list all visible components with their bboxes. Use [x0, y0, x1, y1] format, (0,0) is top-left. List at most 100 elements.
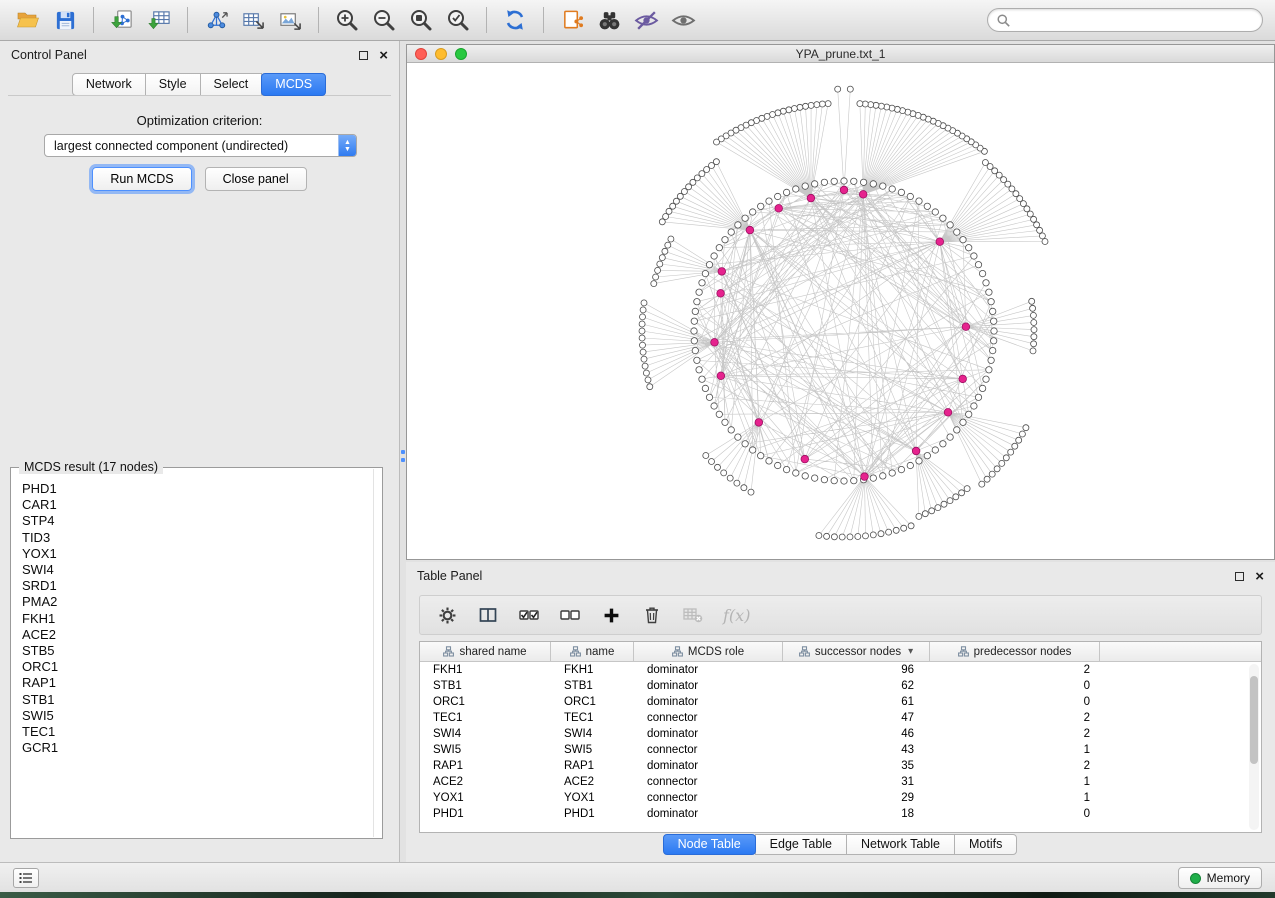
binoculars-icon — [597, 8, 622, 33]
close-panel-button[interactable]: × — [379, 51, 388, 60]
tab-node-table[interactable]: Node Table — [663, 834, 756, 855]
mcds-result-item[interactable]: ORC1 — [22, 659, 372, 675]
splitter-grip[interactable] — [401, 450, 405, 464]
save-session-button[interactable] — [49, 4, 81, 36]
memory-button[interactable]: Memory — [1178, 867, 1262, 889]
mcds-result-item[interactable]: STP4 — [22, 513, 372, 529]
zoom-fit-button[interactable] — [405, 4, 437, 36]
table-row[interactable]: PHD1PHD1dominator180 — [420, 806, 1261, 822]
table-cell: SWI5 — [551, 744, 634, 756]
table-row[interactable]: ORC1ORC1dominator610 — [420, 694, 1261, 710]
mcds-result-item[interactable]: PHD1 — [22, 481, 372, 497]
table-cell: 0 — [930, 808, 1100, 820]
tab-motifs[interactable]: Motifs — [954, 834, 1017, 855]
mcds-result-item[interactable]: SWI5 — [22, 708, 372, 724]
zoom-in-button[interactable] — [331, 4, 363, 36]
table-scrollbar-thumb[interactable] — [1250, 676, 1258, 764]
mcds-result-item[interactable]: TID3 — [22, 530, 372, 546]
mcds-result-item[interactable]: STB1 — [22, 692, 372, 708]
zoom-selected-button[interactable] — [442, 4, 474, 36]
search-box[interactable] — [987, 8, 1263, 32]
export-image-button[interactable] — [274, 4, 306, 36]
import-table-button[interactable] — [143, 4, 175, 36]
column-header-name[interactable]: name — [551, 642, 634, 661]
search-input[interactable] — [1016, 12, 1253, 28]
export-network-button[interactable] — [200, 4, 232, 36]
column-header-predecessor-nodes[interactable]: predecessor nodes — [930, 642, 1100, 661]
mcds-result-item[interactable]: TEC1 — [22, 724, 372, 740]
function-builder-button[interactable]: f(x) — [723, 606, 750, 625]
tab-edge-table[interactable]: Edge Table — [755, 834, 847, 855]
clone-network-button[interactable] — [556, 4, 588, 36]
table-row[interactable]: FKH1FKH1dominator962 — [420, 662, 1261, 678]
column-header-shared-name[interactable]: shared name — [420, 642, 551, 661]
show-panels-button[interactable] — [13, 868, 39, 888]
close-panel-button2[interactable]: Close panel — [205, 167, 307, 191]
zoom-out-button[interactable] — [368, 4, 400, 36]
mcds-scrollbar-track[interactable] — [373, 469, 374, 837]
float-panel-button[interactable] — [359, 51, 368, 60]
tab-style[interactable]: Style — [145, 73, 201, 96]
table-cell: dominator — [634, 680, 783, 692]
desktop-background-strip — [0, 892, 1275, 898]
mcds-result-item[interactable]: PMA2 — [22, 594, 372, 610]
zoom-window-button[interactable] — [455, 48, 467, 60]
select-all-button[interactable] — [518, 604, 540, 626]
refresh-view-button[interactable] — [499, 4, 531, 36]
export-table-button[interactable] — [237, 4, 269, 36]
eye-slash-icon — [634, 8, 659, 33]
tab-network[interactable]: Network — [72, 73, 146, 96]
mcds-result-item[interactable]: FKH1 — [22, 611, 372, 627]
delete-table-button[interactable] — [682, 604, 704, 626]
network-titlebar[interactable]: YPA_prune.txt_1 — [407, 45, 1274, 63]
open-session-button[interactable] — [12, 4, 44, 36]
search-network-button[interactable] — [593, 4, 625, 36]
hide-selected-button[interactable] — [630, 4, 662, 36]
mcds-result-item[interactable]: ACE2 — [22, 627, 372, 643]
control-panel-tabs: NetworkStyleSelectMCDS — [0, 73, 399, 96]
run-mcds-button[interactable]: Run MCDS — [92, 167, 191, 191]
table-scrollbar-track[interactable] — [1249, 664, 1259, 830]
table-row[interactable]: ACE2ACE2connector311 — [420, 774, 1261, 790]
list-icon — [19, 872, 33, 884]
close-table-panel-button[interactable]: × — [1255, 572, 1264, 581]
table-row[interactable]: TEC1TEC1connector472 — [420, 710, 1261, 726]
table-panel-title: Table Panel — [417, 569, 482, 583]
split-view-button[interactable] — [477, 604, 499, 626]
tab-network-table[interactable]: Network Table — [846, 834, 955, 855]
table-row[interactable]: RAP1RAP1dominator352 — [420, 758, 1261, 774]
deselect-all-button[interactable] — [559, 604, 581, 626]
float-table-panel-button[interactable] — [1235, 572, 1244, 581]
attribute-icon — [799, 646, 810, 657]
minimize-window-button[interactable] — [435, 48, 447, 60]
tab-mcds[interactable]: MCDS — [261, 73, 326, 96]
node-table-body: FKH1FKH1dominator962STB1STB1dominator620… — [420, 662, 1261, 822]
column-header-successor-nodes[interactable]: successor nodes▾ — [783, 642, 930, 661]
mcds-result-item[interactable]: RAP1 — [22, 675, 372, 691]
network-icon — [205, 9, 228, 32]
table-row[interactable]: YOX1YOX1connector291 — [420, 790, 1261, 806]
add-column-button[interactable] — [600, 604, 622, 626]
mcds-result-item[interactable]: CAR1 — [22, 497, 372, 513]
table-row[interactable]: SWI4SWI4dominator462 — [420, 726, 1261, 742]
mcds-result-item[interactable]: YOX1 — [22, 546, 372, 562]
mcds-result-item[interactable]: GCR1 — [22, 740, 372, 756]
tab-select[interactable]: Select — [200, 73, 263, 96]
column-header-mcds-role[interactable]: MCDS role — [634, 642, 783, 661]
table-cell: dominator — [634, 664, 783, 676]
table-cell: 62 — [783, 680, 930, 692]
delete-column-button[interactable] — [641, 604, 663, 626]
mcds-result-item[interactable]: SRD1 — [22, 578, 372, 594]
mcds-result-item[interactable]: SWI4 — [22, 562, 372, 578]
show-hidden-button[interactable] — [667, 4, 699, 36]
table-cell: ORC1 — [420, 696, 551, 708]
table-settings-button[interactable] — [436, 604, 458, 626]
mcds-result-item[interactable]: STB5 — [22, 643, 372, 659]
close-window-button[interactable] — [415, 48, 427, 60]
network-canvas[interactable] — [407, 63, 1274, 559]
table-row[interactable]: SWI5SWI5connector431 — [420, 742, 1261, 758]
import-network-button[interactable] — [106, 4, 138, 36]
table-row[interactable]: STB1STB1dominator620 — [420, 678, 1261, 694]
zoom-in-icon — [335, 8, 359, 32]
criterion-dropdown[interactable]: largest connected component (undirected)… — [44, 134, 357, 157]
